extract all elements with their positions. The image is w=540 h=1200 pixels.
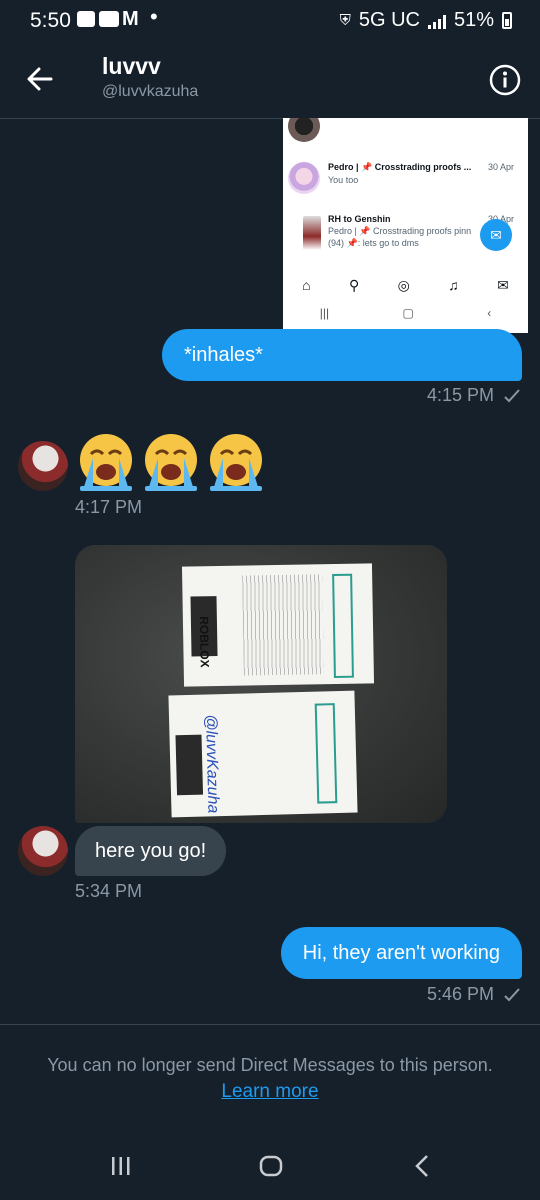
message-time: 5:34 PM bbox=[75, 881, 143, 901]
embed-tab-bar: ⌂ ⚲ ◎ ♫ ✉ bbox=[283, 270, 528, 300]
info-icon[interactable] bbox=[489, 64, 521, 96]
youtube-notification-icon bbox=[99, 11, 119, 27]
embed-row-preview: Pedro | 📌 Crosstrading proofs pinn bbox=[328, 226, 472, 236]
card-hanger bbox=[175, 734, 204, 796]
embed-avatar bbox=[288, 162, 320, 194]
message-time: 5:46 PM bbox=[426, 984, 494, 1004]
network-label: 5G UC bbox=[358, 9, 420, 31]
embed-search-icon: ⚲ bbox=[349, 276, 360, 293]
gmail-notification-icon: M bbox=[122, 8, 139, 30]
sender-avatar[interactable] bbox=[18, 441, 68, 491]
embed-row-name: Pedro | 📌 Crosstrading proofs ... bbox=[328, 162, 472, 172]
embed-row-preview-2: (94) 📌: lets go to dms bbox=[328, 238, 419, 248]
embed-home-icon: ⌂ bbox=[302, 277, 311, 293]
embed-spaces-icon: ◎ bbox=[397, 276, 410, 293]
card-code-box bbox=[314, 703, 338, 804]
embed-row-1: Pedro | 📌 Crosstrading proofs ... 30 Apr… bbox=[283, 158, 528, 198]
emoji-message[interactable] bbox=[77, 428, 277, 494]
message-text: here you go! bbox=[95, 840, 207, 862]
status-right: ⛨ 5G UC 51% bbox=[340, 9, 512, 32]
status-bar: 5:50 M • ⛨ 5G UC 51% bbox=[0, 0, 540, 40]
card-brand: ROBLOX bbox=[196, 616, 212, 668]
battery-icon bbox=[502, 12, 512, 29]
embed-avatar bbox=[303, 216, 321, 250]
more-notifications-dot: • bbox=[150, 4, 158, 29]
home-icon[interactable] bbox=[259, 1154, 283, 1178]
back-arrow-icon[interactable] bbox=[26, 65, 54, 93]
outgoing-message-bubble[interactable]: *inhales* bbox=[162, 329, 522, 381]
photo-message[interactable]: ROBLOX @luvvKazuha bbox=[75, 545, 447, 823]
battery-label: 51% bbox=[453, 9, 494, 31]
embed-avatar-partial bbox=[288, 118, 320, 142]
embed-bell-icon: ♫ bbox=[448, 277, 459, 293]
incoming-message-bubble[interactable]: here you go! bbox=[75, 826, 227, 876]
message-text: Hi, they aren't working bbox=[302, 942, 500, 964]
gift-card-back-1: ROBLOX bbox=[181, 563, 375, 687]
back-nav-icon[interactable] bbox=[414, 1154, 430, 1178]
gift-card-back-2: @luvvKazuha bbox=[168, 690, 358, 818]
embed-system-nav: ||| ▢ ‹ bbox=[319, 306, 492, 320]
message-time: 4:15 PM bbox=[426, 385, 494, 405]
learn-more-link: Learn more bbox=[0, 1081, 540, 1103]
recent-apps-icon[interactable] bbox=[110, 1155, 132, 1177]
sender-avatar[interactable] bbox=[18, 826, 68, 876]
sent-check-icon bbox=[504, 987, 520, 1001]
conversation-title[interactable]: luvvv bbox=[102, 53, 161, 80]
status-time: 5:50 bbox=[30, 9, 71, 32]
battery-saver-icon: ⛨ bbox=[339, 12, 351, 29]
handwritten-username: @luvvKazuha bbox=[201, 714, 222, 814]
composer-divider bbox=[0, 1024, 540, 1025]
loudly-crying-face-icon bbox=[80, 432, 264, 492]
card-fine-print bbox=[242, 574, 324, 676]
embed-compose-icon: ✉ bbox=[480, 219, 512, 251]
conversation-handle[interactable]: @luvvkazuha bbox=[102, 83, 198, 101]
dm-disabled-notice: You can no longer send Direct Messages t… bbox=[47, 1055, 493, 1075]
sent-check-icon bbox=[504, 388, 520, 402]
embed-row-preview: You too bbox=[328, 175, 359, 185]
message-meta: 5:46 PM bbox=[427, 984, 520, 1005]
card-code-box bbox=[332, 573, 354, 679]
embedded-screenshot[interactable]: Pedro | 📌 Crosstrading proofs ... 30 Apr… bbox=[283, 118, 528, 333]
embed-mail-icon: ✉ bbox=[497, 276, 509, 293]
message-time: 4:17 PM bbox=[75, 497, 143, 517]
system-navigation-bar bbox=[0, 1140, 540, 1200]
embed-row-date: 30 Apr bbox=[487, 162, 514, 172]
conversation-header: luvvv @luvvkazuha bbox=[0, 40, 540, 119]
embed-row-name: RH to Genshin bbox=[328, 214, 391, 224]
learn-more-label[interactable]: Learn more bbox=[221, 1081, 318, 1102]
gallery-notification-icon bbox=[77, 11, 95, 27]
outgoing-message-bubble[interactable]: Hi, they aren't working bbox=[280, 927, 522, 979]
signal-icon bbox=[427, 13, 446, 29]
message-meta: 4:15 PM bbox=[427, 385, 520, 406]
message-text: *inhales* bbox=[184, 344, 263, 366]
